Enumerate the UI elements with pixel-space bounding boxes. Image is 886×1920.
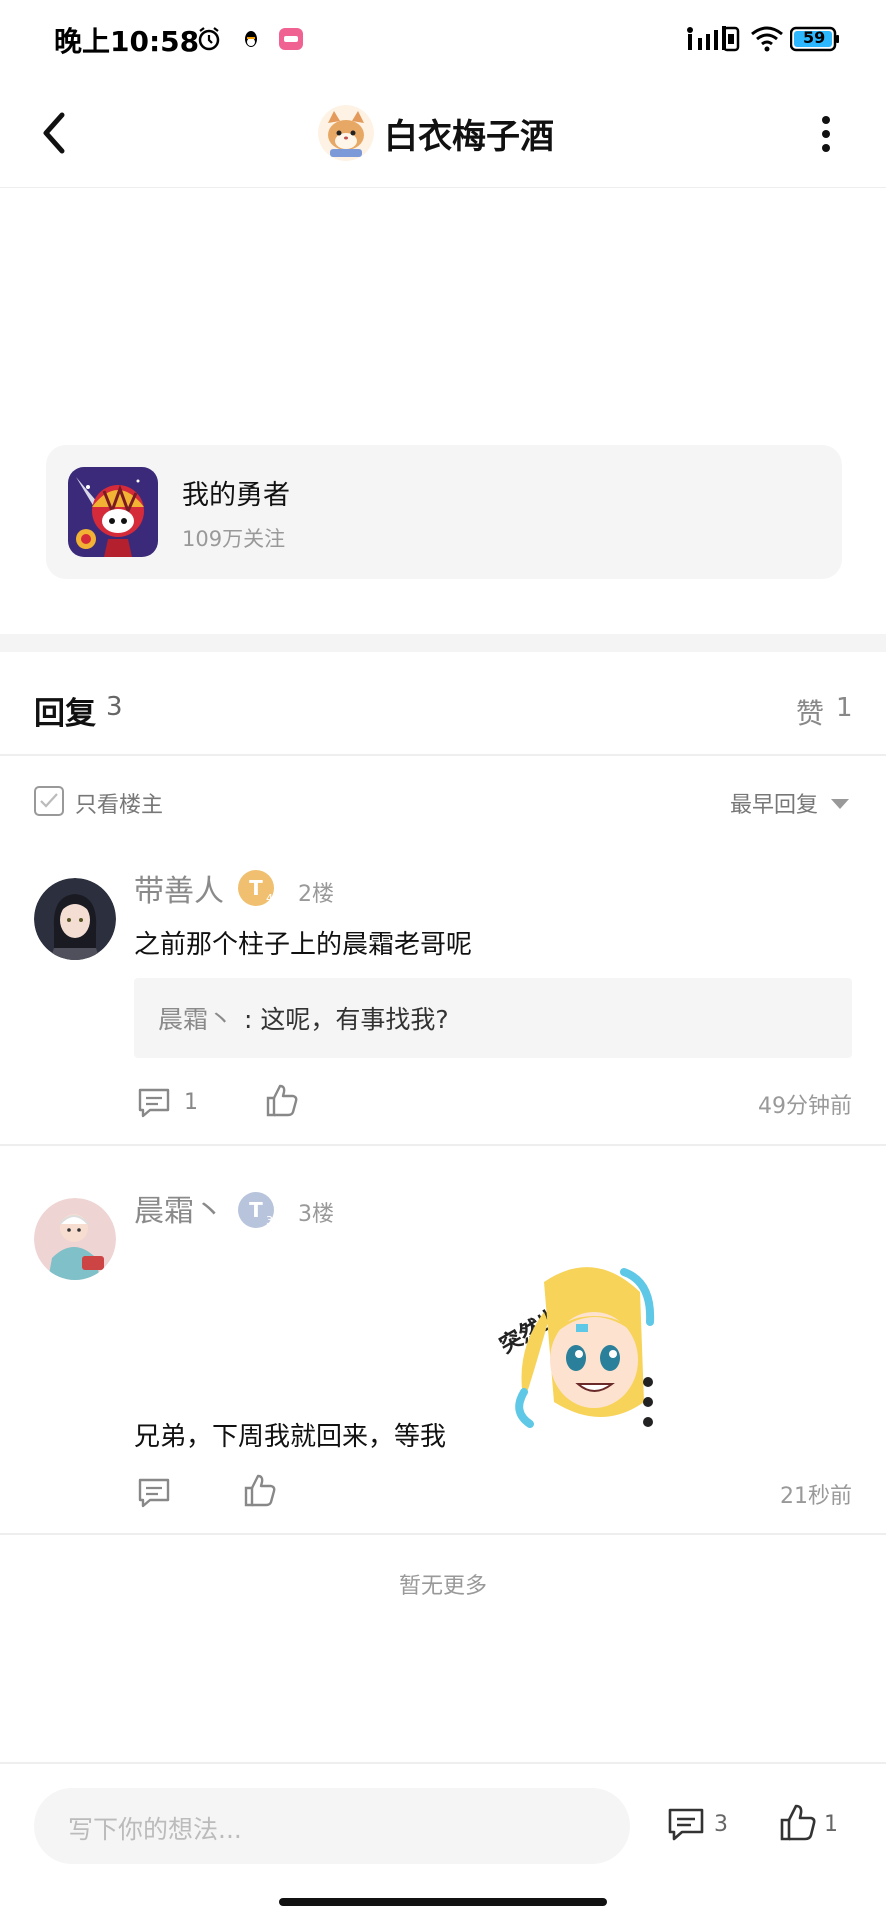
- bottom-comment-count: 3: [714, 1812, 728, 1837]
- thumb-up-icon[interactable]: [242, 1472, 278, 1508]
- floor-number: 2楼: [298, 882, 334, 907]
- battery-level: 59: [803, 28, 826, 47]
- bottom-like-count: 1: [824, 1812, 838, 1837]
- forum-followers: 109万关注: [182, 527, 286, 551]
- comment-count: 1: [184, 1090, 198, 1115]
- svg-text:T: T: [249, 876, 263, 900]
- quoted-text: : 这呢，有事找我?: [244, 1005, 449, 1034]
- check-icon: [40, 793, 58, 808]
- replies-tab[interactable]: 回复: [34, 688, 96, 733]
- sort-dropdown[interactable]: 最早回复: [730, 787, 818, 819]
- divider: [0, 1533, 886, 1535]
- comment-input[interactable]: 写下你的想法...: [34, 1788, 630, 1864]
- comment-time: 49分钟前: [758, 1094, 852, 1119]
- section-divider: [0, 634, 886, 652]
- forum-name: 我的勇者: [182, 480, 290, 511]
- forum-icon: [68, 467, 158, 557]
- header-bar: 白衣梅子酒: [0, 78, 886, 188]
- floor-number: 3楼: [298, 1202, 334, 1227]
- page-title: 白衣梅子酒: [384, 116, 554, 157]
- quoted-user: 晨霜丶: [158, 1005, 234, 1034]
- forum-card[interactable]: 我的勇者 109万关注: [46, 445, 842, 579]
- only-owner-checkbox[interactable]: [34, 786, 64, 816]
- no-more-label: 暂无更多: [398, 1574, 487, 1599]
- back-button[interactable]: [30, 103, 90, 163]
- bottom-bar: 写下你的想法... 3 1: [0, 1762, 886, 1884]
- commenter-name[interactable]: 晨霜丶: [134, 1186, 224, 1230]
- more-vertical-icon[interactable]: [808, 106, 844, 162]
- sticker-image[interactable]: 突然出现!: [484, 1252, 660, 1436]
- quoted-reply[interactable]: 晨霜丶 : 这呢，有事找我?: [134, 978, 852, 1058]
- user-avatar[interactable]: [318, 105, 374, 161]
- home-indicator[interactable]: [279, 1898, 607, 1906]
- caret-down-icon[interactable]: [830, 798, 850, 810]
- divider: [0, 1144, 886, 1146]
- app-icon: [279, 28, 303, 50]
- level-badge-icon: T 4: [238, 870, 274, 906]
- svg-text:4: 4: [266, 892, 273, 905]
- commenter-avatar[interactable]: [34, 878, 116, 960]
- status-time: 晚上10:58: [54, 25, 200, 58]
- commenter-avatar[interactable]: [34, 1198, 116, 1280]
- likes-tab[interactable]: 赞: [796, 692, 824, 732]
- alarm-icon: [198, 27, 220, 51]
- header-title-group[interactable]: 白衣梅子酒: [318, 100, 554, 166]
- sim-icon: [722, 26, 740, 52]
- likes-count: 1: [836, 693, 853, 723]
- comment-icon[interactable]: [666, 1804, 706, 1844]
- comment-time: 21秒前: [780, 1484, 852, 1509]
- svg-text:3: 3: [266, 1214, 273, 1227]
- level-badge-icon: T 3: [238, 1192, 274, 1228]
- filter-row: 只看楼主 最早回复: [0, 756, 886, 846]
- comment-input-placeholder: 写下你的想法...: [68, 1815, 242, 1844]
- thumb-up-icon[interactable]: [778, 1802, 818, 1842]
- comment-text: 之前那个柱子上的晨霜老哥呢: [134, 930, 473, 960]
- thumb-up-icon[interactable]: [264, 1082, 300, 1118]
- comment-text: 兄弟，下周我就回来，等我: [134, 1422, 447, 1452]
- replies-count: 3: [106, 692, 123, 722]
- qq-icon: [245, 31, 257, 47]
- comment-icon[interactable]: [136, 1474, 172, 1510]
- status-bar: 晚上10:58 59: [0, 0, 886, 78]
- wifi-icon: [751, 26, 783, 52]
- comment-icon[interactable]: [136, 1084, 172, 1120]
- svg-text:T: T: [249, 1198, 263, 1222]
- commenter-name[interactable]: 带善人: [134, 866, 224, 910]
- only-owner-label[interactable]: 只看楼主: [75, 787, 163, 819]
